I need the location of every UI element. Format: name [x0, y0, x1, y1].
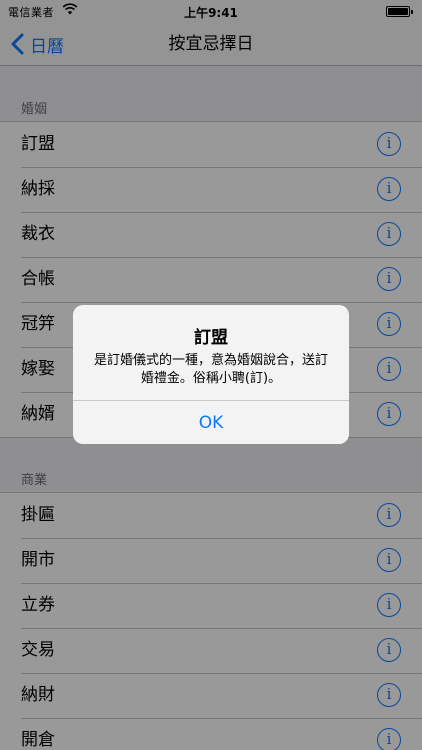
alert-message: 是訂婚儀式的一種，意為婚姻說合，送訂婚禮金。俗稱小聘(訂)。: [93, 353, 328, 386]
alert-title: 訂盟: [194, 328, 228, 348]
alert-dialog: 訂盟 是訂婚儀式的一種，意為婚姻說合，送訂婚禮金。俗稱小聘(訂)。 OK: [73, 305, 349, 444]
alert-ok-button[interactable]: OK: [73, 400, 349, 444]
